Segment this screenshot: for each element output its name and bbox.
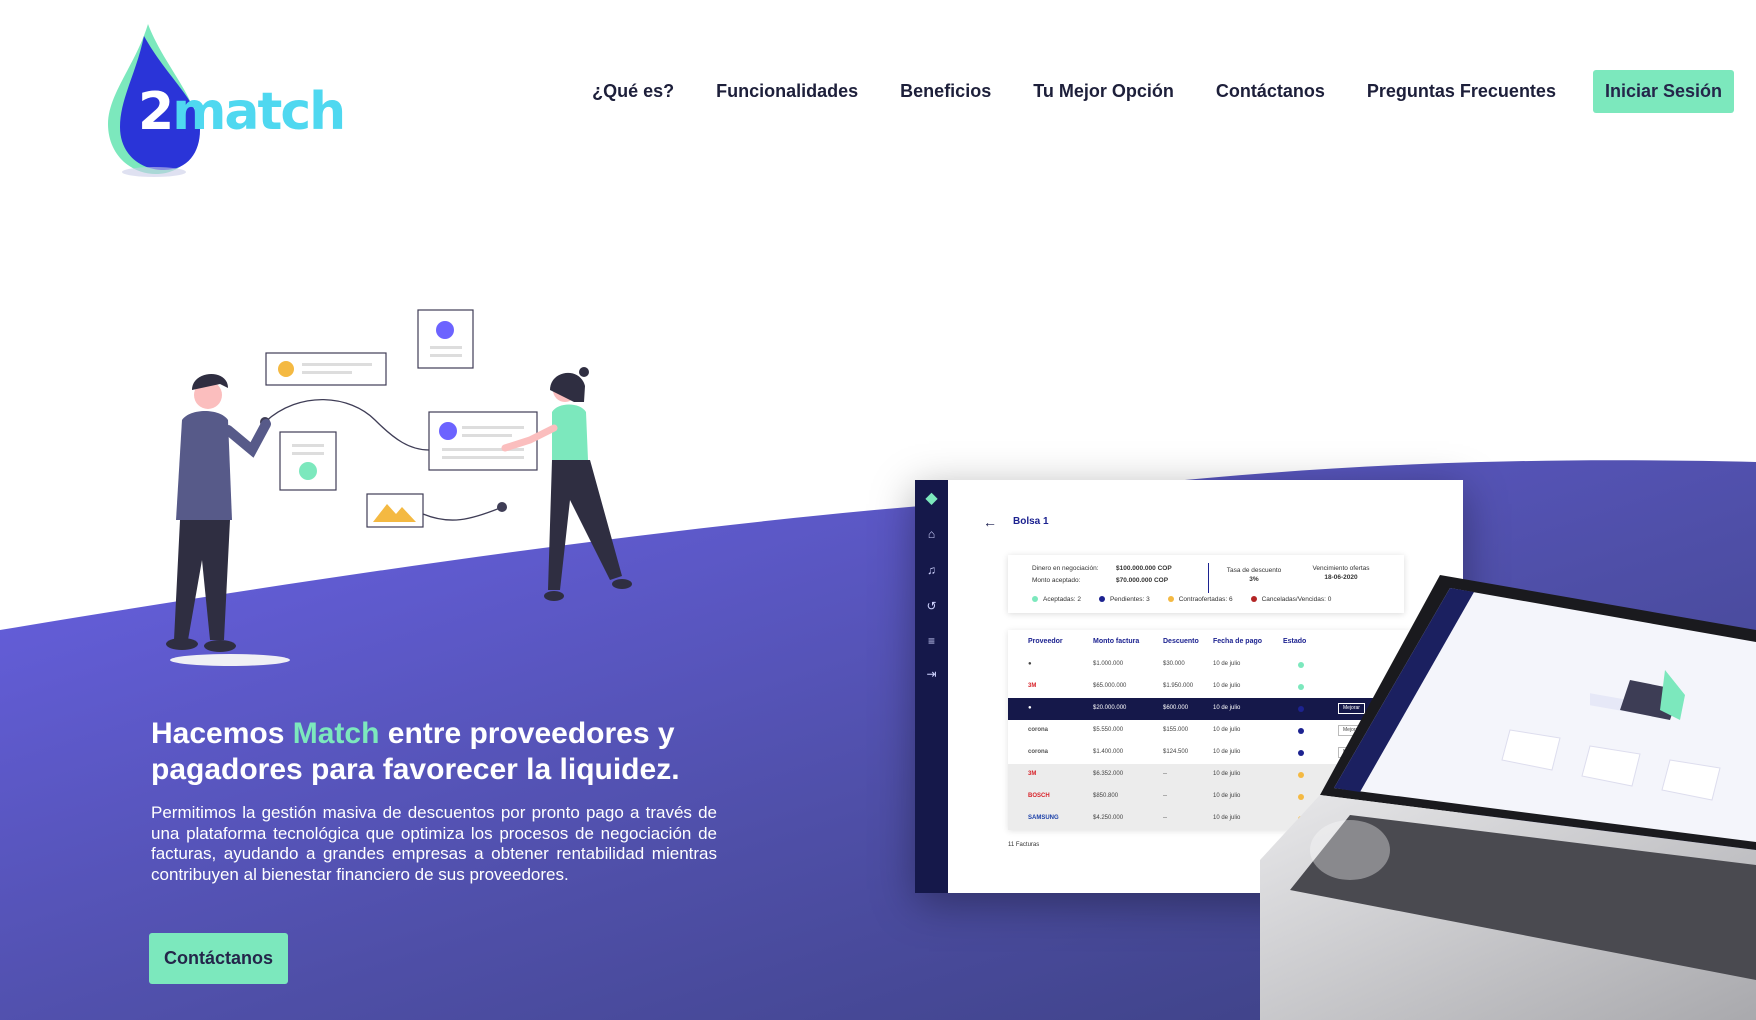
history-icon: ↺ — [926, 599, 937, 613]
table-cell: $1.400.000 — [1093, 749, 1124, 755]
provider-cell: ● — [1028, 661, 1032, 667]
nav-funcionalidades[interactable]: Funcionalidades — [716, 81, 858, 102]
table-cell: -- — [1163, 815, 1167, 821]
nav-que-es[interactable]: ¿Qué es? — [592, 81, 674, 102]
table-cell: $1.000.000 — [1093, 661, 1124, 667]
nav-tu-mejor-opcion[interactable]: Tu Mejor Opción — [1033, 81, 1174, 102]
table-cell: 10 de julio — [1213, 705, 1241, 711]
table-cell: $5.550.000 — [1093, 727, 1124, 733]
table-cell: $6.352.000 — [1093, 771, 1124, 777]
summary-divider — [1208, 563, 1209, 593]
logo-drop-icon: ◆ — [925, 490, 938, 507]
hero-title-accent: Match — [292, 717, 380, 750]
logo-wordmark: 2match — [138, 82, 346, 142]
provider-cell: 3M — [1028, 771, 1037, 777]
nav-preguntas-frecuentes[interactable]: Preguntas Frecuentes — [1367, 81, 1556, 102]
nav-contactanos[interactable]: Contáctanos — [1216, 81, 1325, 102]
table-cell: 10 de julio — [1213, 727, 1241, 733]
table-cell: $4.250.000 — [1093, 815, 1124, 821]
main-nav: ¿Qué es? Funcionalidades Beneficios Tu M… — [550, 70, 1734, 113]
table-cell: 10 de julio — [1213, 815, 1241, 821]
provider-cell: 3M — [1028, 683, 1037, 689]
table-cell: $124.500 — [1163, 749, 1189, 755]
laptop-mockup — [1260, 575, 1756, 1020]
table-cell: 10 de julio — [1213, 771, 1241, 777]
provider-cell: corona — [1028, 727, 1049, 733]
home-icon: ⌂ — [927, 527, 936, 541]
people-connecting-illustration — [166, 309, 632, 666]
table-cell: $20.000.000 — [1093, 705, 1127, 711]
dashboard-sidebar: ◆ ⌂ ♫ ↺ ≡ ⇥ — [915, 480, 948, 893]
invoice-count: 11 Facturas — [1008, 842, 1040, 848]
hero-title: Hacemos Match entre proveedores y pagado… — [151, 717, 680, 786]
table-cell: 10 de julio — [1213, 749, 1241, 755]
table-cell: 10 de julio — [1213, 793, 1241, 799]
table-cell: $1.950.000 — [1163, 683, 1194, 689]
provider-cell: ● — [1028, 705, 1032, 711]
login-button[interactable]: Iniciar Sesión — [1592, 70, 1734, 113]
settings-icon: ≡ — [927, 634, 935, 648]
table-cell: 10 de julio — [1213, 683, 1241, 689]
bell-icon: ♫ — [927, 563, 936, 577]
provider-cell: SAMSUNG — [1028, 815, 1059, 821]
back-arrow-icon: ← — [983, 514, 997, 530]
dashboard-title: Bolsa 1 — [1013, 516, 1049, 527]
table-cell: 10 de julio — [1213, 661, 1241, 667]
table-cell: -- — [1163, 771, 1167, 777]
provider-cell: corona — [1028, 749, 1049, 755]
contact-cta-button[interactable]: Contáctanos — [149, 933, 288, 984]
brand-logo[interactable]: 2match — [108, 24, 348, 184]
nav-beneficios[interactable]: Beneficios — [900, 81, 991, 102]
table-cell: -- — [1163, 793, 1167, 799]
table-cell: $850.800 — [1093, 793, 1119, 799]
hero-description: Permitimos la gestión masiva de descuent… — [151, 803, 717, 884]
table-cell: $600.000 — [1163, 705, 1189, 711]
table-cell: $30.000 — [1163, 661, 1185, 667]
logout-icon: ⇥ — [926, 667, 937, 681]
table-cell: $65.000.000 — [1093, 683, 1127, 689]
table-cell: $155.000 — [1163, 727, 1189, 733]
provider-cell: BOSCH — [1028, 793, 1050, 799]
